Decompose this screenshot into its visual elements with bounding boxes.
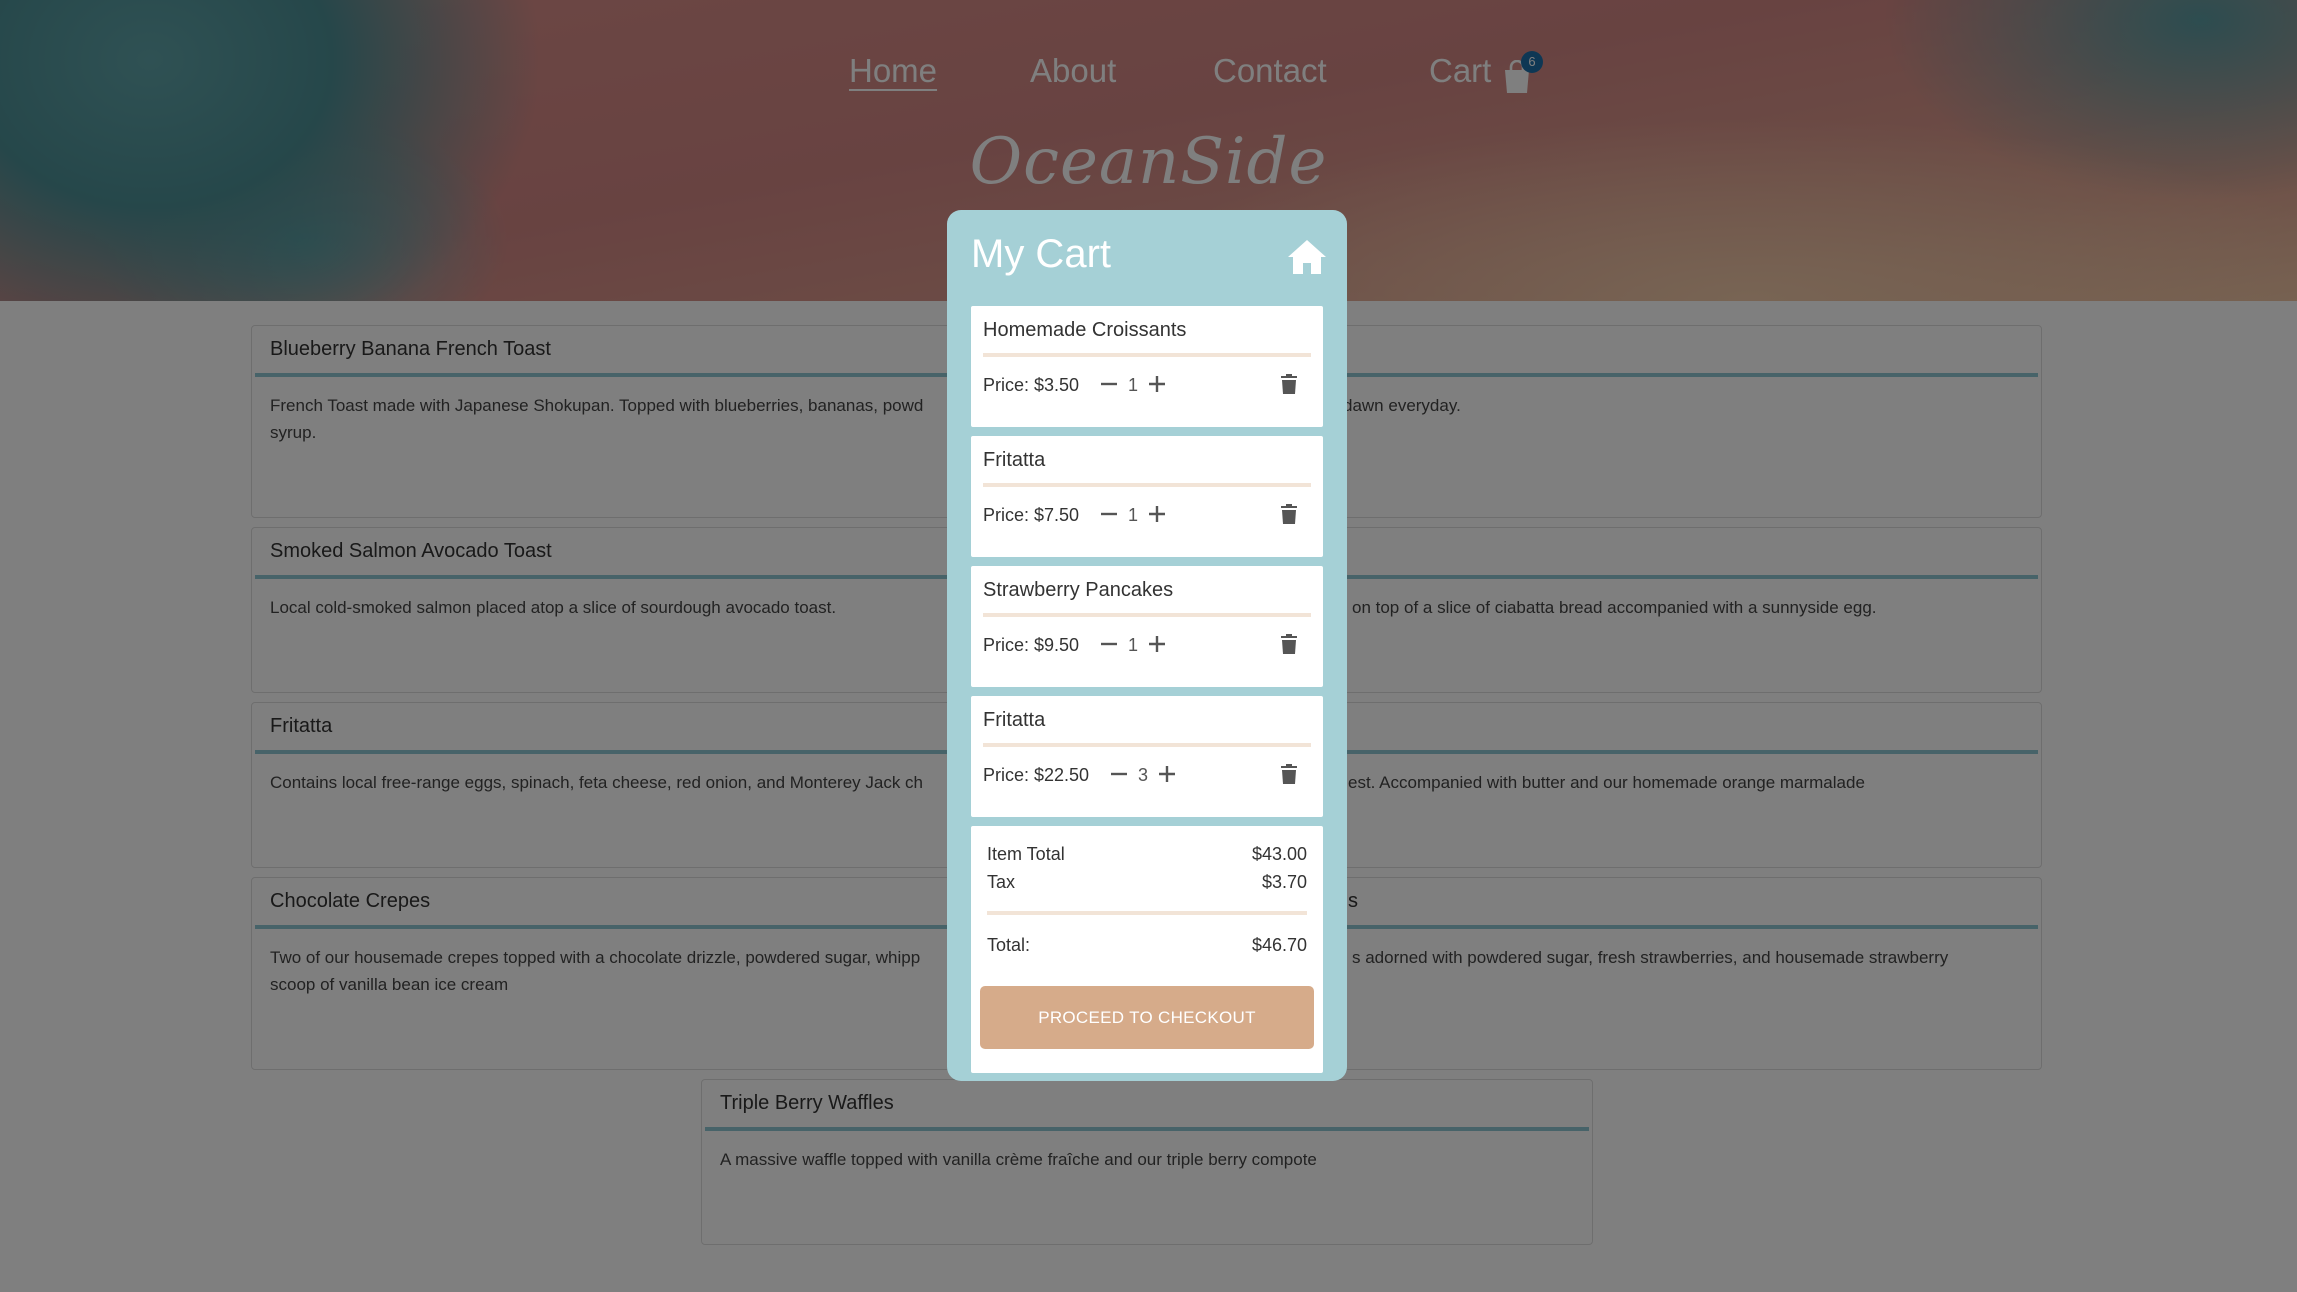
cart-summary: Item Total $43.00 Tax $3.70 Total: $46.7… <box>971 826 1323 1073</box>
total-value: $46.70 <box>1251 935 1307 955</box>
checkout-button[interactable]: PROCEED TO CHECKOUT <box>980 986 1314 1049</box>
cart-item-price: Price: $22.50 <box>983 765 1090 785</box>
trash-icon[interactable] <box>1280 503 1298 525</box>
plus-icon[interactable] <box>1145 502 1169 526</box>
minus-icon[interactable] <box>1107 762 1131 786</box>
plus-icon[interactable] <box>1145 632 1169 656</box>
cart-item-quantity: 3 <box>1137 765 1148 785</box>
trash-icon[interactable] <box>1280 633 1298 655</box>
cart-item-price: Price: $7.50 <box>983 505 1080 525</box>
cart-item-name: Strawberry Pancakes <box>983 579 1174 601</box>
cart-item-quantity: 1 <box>1127 635 1138 655</box>
tax-label: Tax <box>987 872 1016 892</box>
plus-icon[interactable] <box>1155 762 1179 786</box>
item-total-label: Item Total <box>987 844 1065 864</box>
cart-title: My Cart <box>971 232 1111 276</box>
cart-item-name: Homemade Croissants <box>983 319 1187 341</box>
cart-item-price: Price: $3.50 <box>983 375 1080 395</box>
cart-item-price: Price: $9.50 <box>983 635 1080 655</box>
minus-icon[interactable] <box>1097 502 1121 526</box>
cart-item: Fritatta Price: $7.50 1 <box>971 436 1323 557</box>
cart-modal: My Cart Homemade Croissants Price: $3.50… <box>947 210 1347 1081</box>
total-label: Total: <box>987 935 1031 955</box>
cart-item-divider <box>983 743 1311 747</box>
cart-item-quantity: 1 <box>1127 375 1138 395</box>
home-icon[interactable] <box>1287 238 1327 276</box>
cart-item: Homemade Croissants Price: $3.50 1 <box>971 306 1323 427</box>
cart-item: Strawberry Pancakes Price: $9.50 1 <box>971 566 1323 687</box>
trash-icon[interactable] <box>1280 763 1298 785</box>
cart-item-divider <box>983 353 1311 357</box>
minus-icon[interactable] <box>1097 632 1121 656</box>
cart-item-divider <box>983 483 1311 487</box>
trash-icon[interactable] <box>1280 373 1298 395</box>
cart-item-name: Fritatta <box>983 709 1046 731</box>
item-total-value: $43.00 <box>1251 844 1307 864</box>
cart-item-name: Fritatta <box>983 449 1046 471</box>
cart-item-divider <box>983 613 1311 617</box>
tax-value: $3.70 <box>1261 872 1307 892</box>
plus-icon[interactable] <box>1145 372 1169 396</box>
minus-icon[interactable] <box>1097 372 1121 396</box>
summary-divider <box>987 911 1307 915</box>
cart-item-quantity: 1 <box>1127 505 1138 525</box>
cart-item: Fritatta Price: $22.50 3 <box>971 696 1323 817</box>
